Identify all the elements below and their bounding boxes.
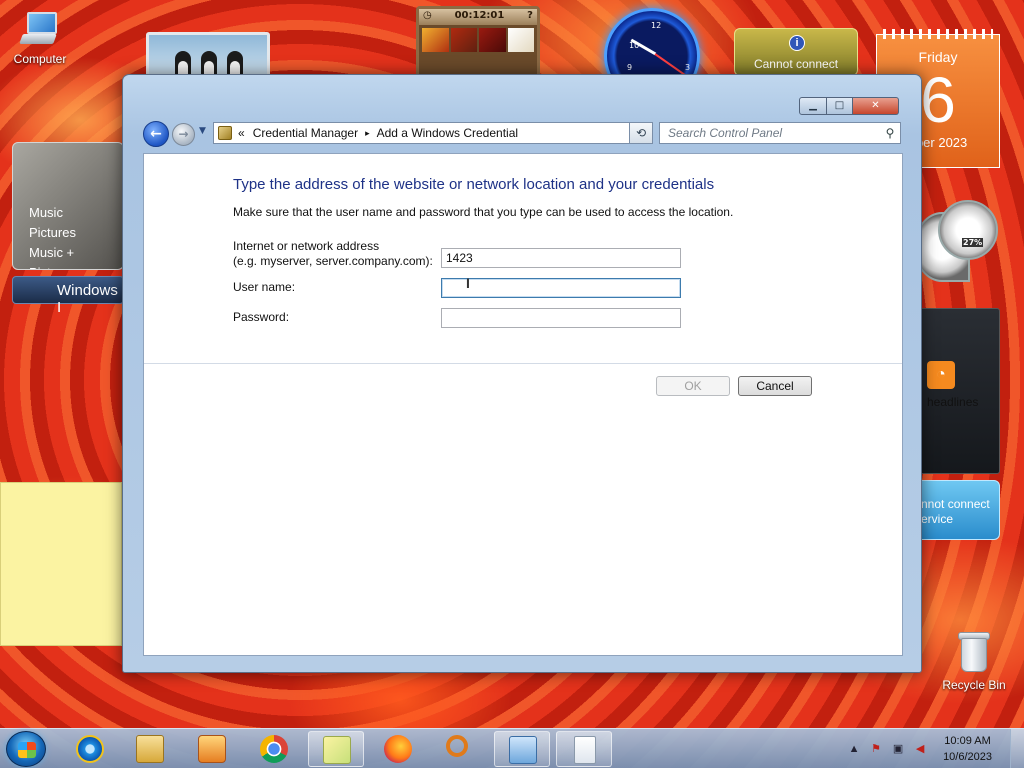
media-item-pictures[interactable]: Pictures <box>13 223 123 243</box>
volume-muted-icon[interactable]: ◀ <box>912 742 928 756</box>
desktop-icon-recycle-bin[interactable]: Recycle Bin <box>934 630 1014 692</box>
weather-gadget[interactable]: i Cannot connect <box>734 28 858 76</box>
currency-status-line: nnot connect <box>921 497 990 511</box>
clock-number: 9 <box>627 63 633 72</box>
magnifier-icon <box>446 735 468 757</box>
breadcrumb-credential-manager[interactable]: Credential Manager <box>253 126 358 140</box>
network-address-input[interactable] <box>441 248 681 268</box>
taskbar-media-player[interactable] <box>184 731 240 767</box>
media-center-bar[interactable]: Windows I <box>12 276 124 316</box>
picture-puzzle-gadget[interactable]: ◷ 00:12:01? <box>416 6 540 80</box>
page-heading: Type the address of the website or netwo… <box>233 176 715 193</box>
window-controls: ▁ □ ✕ <box>799 97 899 115</box>
show-hidden-icons-button[interactable]: ▲ <box>846 742 862 756</box>
address-bar[interactable]: « Credential Manager ▸ Add a Windows Cre… <box>213 122 653 144</box>
firefox-icon <box>384 735 412 763</box>
media-center-gadget[interactable]: Music Pictures Music + Pictures <box>12 142 124 270</box>
clock-date: 10/6/2023 <box>943 751 992 763</box>
username-label: User name: <box>233 280 296 294</box>
breadcrumb-chevron[interactable]: « <box>238 126 245 140</box>
navigation-bar: ← → ▼ « Credential Manager ▸ Add a Windo… <box>143 121 901 147</box>
clock-icon: ◷ <box>423 10 432 21</box>
address-label: Internet or network address (e.g. myserv… <box>233 239 433 269</box>
recycle-bin-icon <box>957 630 991 674</box>
maximize-button[interactable]: □ <box>827 97 853 115</box>
folder-icon <box>136 735 164 763</box>
computer-icon <box>19 10 61 48</box>
taskbar: ▲ ⚑ ▣ ◀ 10:09 AM 10/6/2023 <box>0 728 1024 768</box>
info-icon: i <box>789 35 805 51</box>
network-icon[interactable]: ▣ <box>890 742 906 756</box>
breadcrumb-separator-icon[interactable]: ▸ <box>365 128 370 139</box>
address-label-line-1: Internet or network address <box>233 239 380 253</box>
feed-label: headlines <box>927 395 979 409</box>
username-input[interactable] <box>441 278 681 298</box>
rss-icon: ◔ <box>927 361 955 389</box>
action-center-flag-icon[interactable]: ⚑ <box>868 742 884 756</box>
taskbar-firefox[interactable] <box>370 731 426 767</box>
recent-pages-dropdown-icon[interactable]: ▼ <box>199 126 206 136</box>
desktop-icon-label: Recycle Bin <box>942 678 1006 692</box>
page-instructions: Make sure that the user name and passwor… <box>233 205 734 219</box>
currency-gadget[interactable]: nnot connect ervice <box>916 480 1000 540</box>
taskbar-chrome[interactable] <box>246 731 302 767</box>
system-tray: ▲ ⚑ ▣ ◀ 10:09 AM 10/6/2023 <box>843 729 992 768</box>
puzzle-grid[interactable] <box>419 25 537 55</box>
cpu-meter-gadget[interactable]: 27% <box>914 198 1000 286</box>
content-pane: Type the address of the website or netwo… <box>143 153 903 656</box>
refresh-button[interactable]: ⟲ <box>629 122 653 144</box>
sticky-note[interactable] <box>0 482 122 646</box>
desktop-icon-computer[interactable]: Computer <box>0 10 80 66</box>
search-placeholder: Search Control Panel <box>668 126 783 140</box>
search-box[interactable]: Search Control Panel ⚲ <box>659 122 901 144</box>
divider <box>144 363 902 364</box>
chrome-icon <box>260 735 288 763</box>
meter-percent: 27% <box>962 238 984 247</box>
address-label-line-2: (e.g. myserver, server.company.com): <box>233 254 433 268</box>
start-button[interactable] <box>6 731 46 767</box>
credential-manager-window: ▁ □ ✕ ← → ▼ « Credential Manager ▸ Add a… <box>122 74 922 673</box>
currency-status-line: ervice <box>921 512 954 526</box>
desktop-icon-label: Computer <box>13 52 67 66</box>
minimize-button[interactable]: ▁ <box>799 97 827 115</box>
taskbar-windows-explorer[interactable] <box>122 731 178 767</box>
puzzle-timer: 00:12:01 <box>454 10 505 21</box>
close-button[interactable]: ✕ <box>853 97 899 115</box>
clock-number: 3 <box>685 63 691 72</box>
help-icon[interactable]: ? <box>527 10 533 24</box>
taskbar-search-tool[interactable] <box>432 731 488 767</box>
clock-number: 12 <box>651 21 662 30</box>
control-panel-icon <box>218 126 232 140</box>
breadcrumb-add-windows-credential[interactable]: Add a Windows Credential <box>377 126 518 140</box>
taskbar-sticky-notes[interactable] <box>308 731 364 767</box>
taskbar-internet-explorer[interactable] <box>62 731 118 767</box>
calendar-day-name: Friday <box>918 49 958 65</box>
media-item-music-pictures[interactable]: Music + Pictures <box>13 243 123 269</box>
clock-time: 10:09 AM <box>944 735 991 747</box>
slideshow-gadget[interactable] <box>146 32 270 80</box>
calendar-rings <box>883 29 993 39</box>
internet-explorer-icon <box>76 735 104 763</box>
ok-button[interactable]: OK <box>656 376 730 396</box>
weather-status: Cannot connect <box>753 57 839 71</box>
search-icon[interactable]: ⚲ <box>880 126 900 140</box>
feed-headlines-gadget[interactable]: ◔ headlines <box>916 308 1000 474</box>
back-button[interactable]: ← <box>143 121 169 147</box>
meter-dial <box>938 200 998 260</box>
password-input[interactable] <box>441 308 681 328</box>
media-player-icon <box>198 735 226 763</box>
cancel-button[interactable]: Cancel <box>738 376 812 396</box>
taskbar-control-panel[interactable] <box>494 731 550 767</box>
forward-button[interactable]: → <box>172 123 195 146</box>
show-desktop-button[interactable] <box>1010 729 1024 768</box>
sticky-notes-icon <box>323 736 351 764</box>
password-label: Password: <box>233 310 290 324</box>
text-cursor-icon: I <box>466 275 470 291</box>
document-icon <box>574 736 596 764</box>
control-panel-icon <box>509 736 537 764</box>
media-item-music[interactable]: Music <box>13 203 123 223</box>
taskbar-clock[interactable]: 10:09 AM 10/6/2023 <box>943 733 992 765</box>
taskbar-notepad[interactable] <box>556 731 612 767</box>
